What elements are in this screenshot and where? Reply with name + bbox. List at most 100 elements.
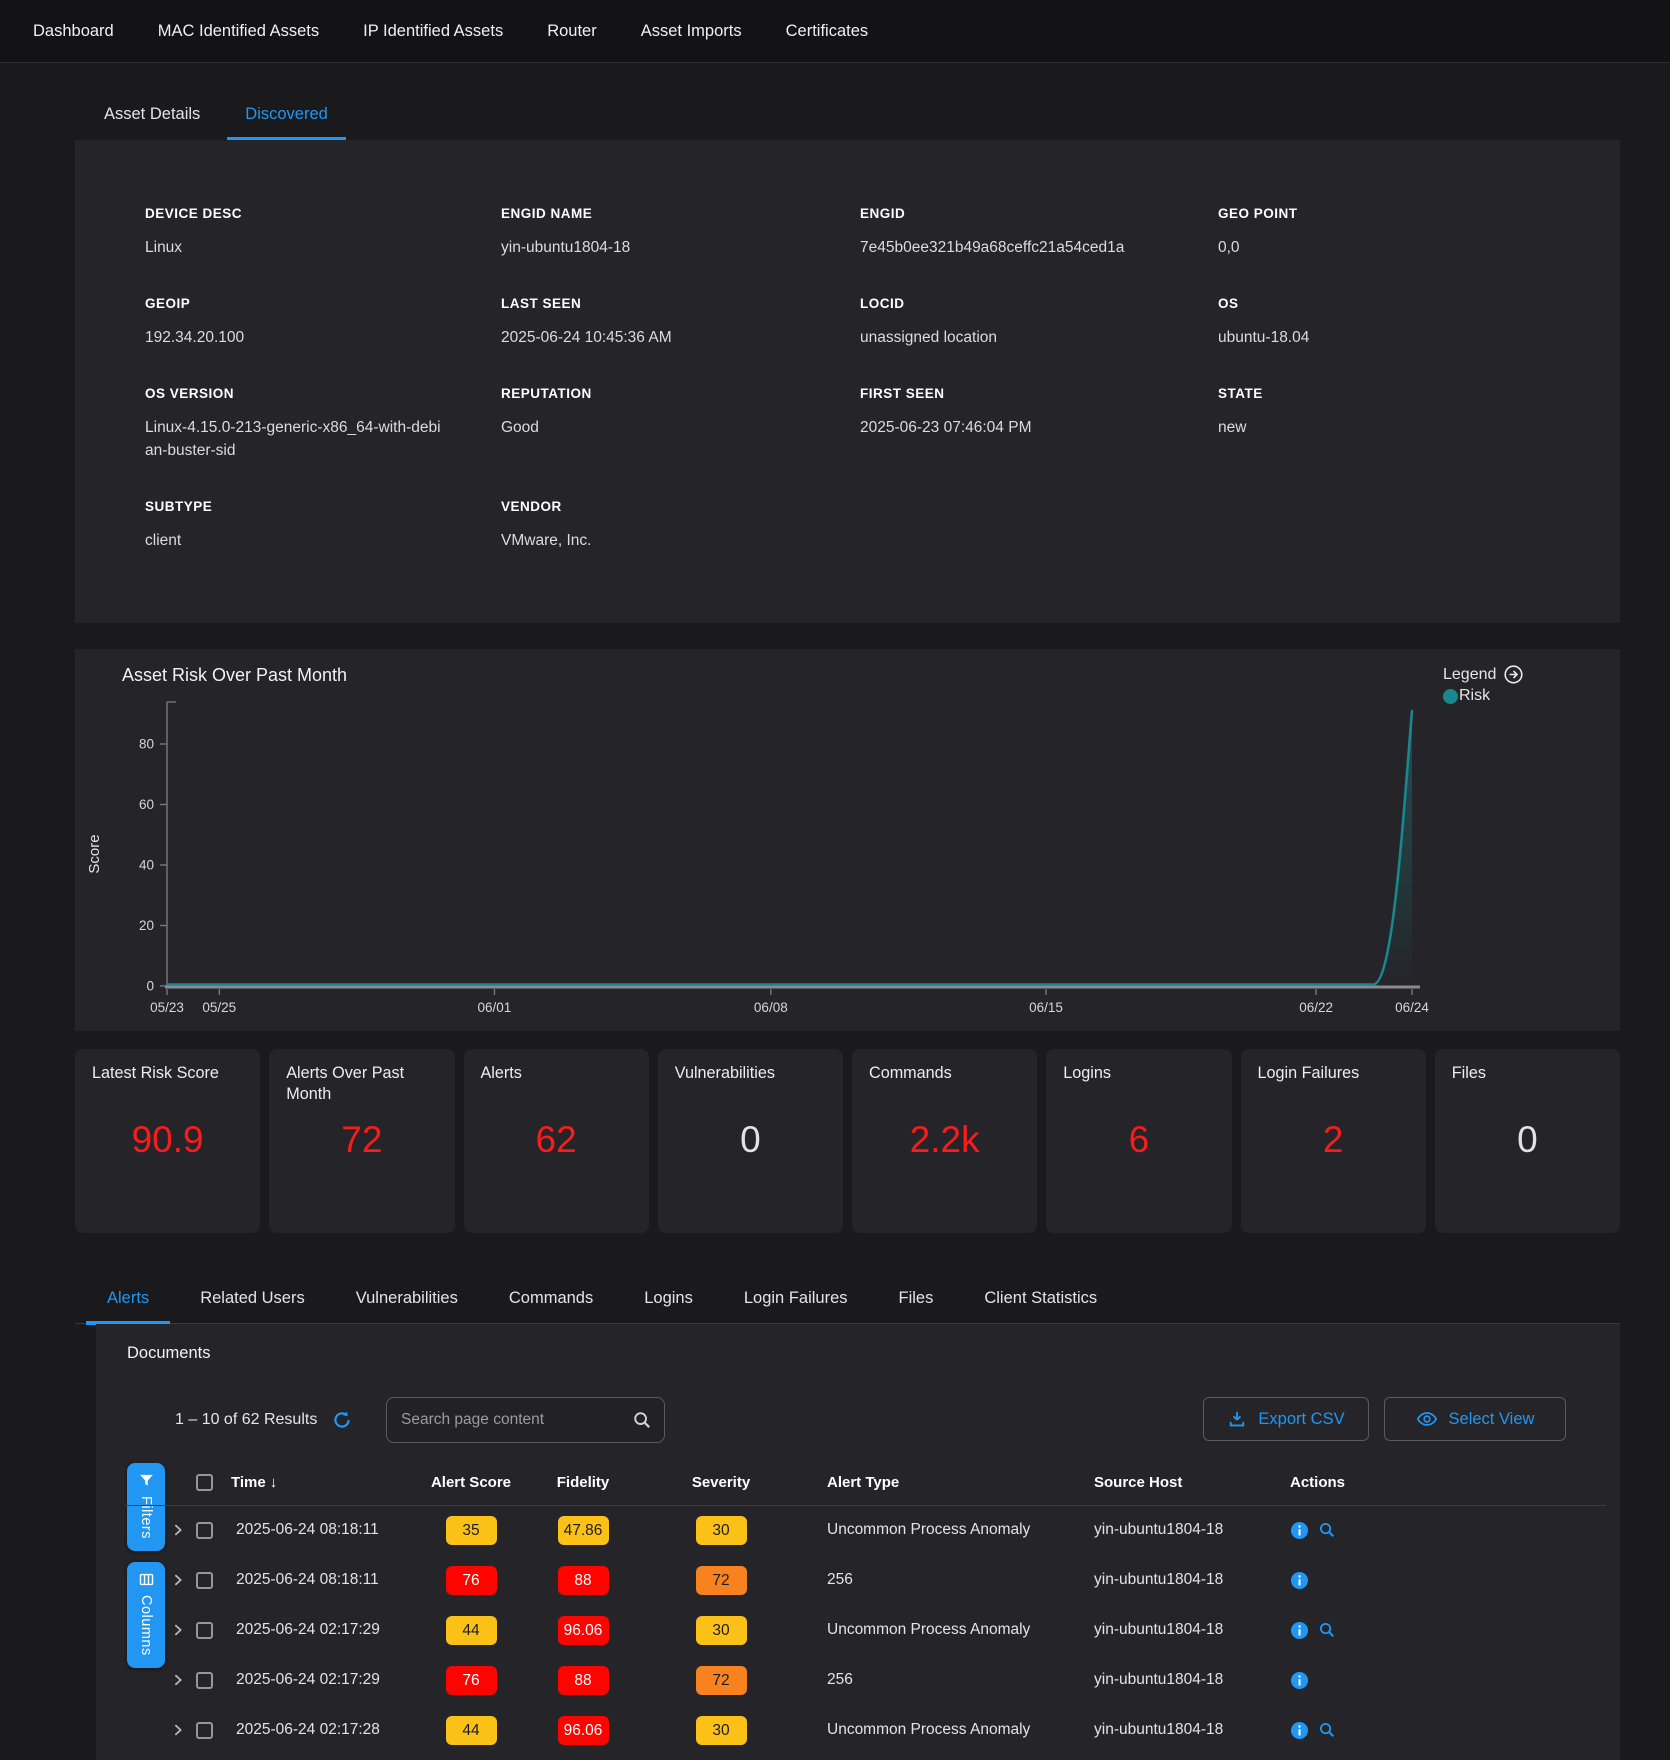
export-csv-label: Export CSV: [1258, 1410, 1344, 1429]
tab-files[interactable]: Files: [878, 1276, 955, 1325]
tab-alerts[interactable]: Alerts: [86, 1276, 170, 1325]
select-view-button[interactable]: Select View: [1384, 1397, 1566, 1441]
select-all-checkbox[interactable]: [196, 1474, 213, 1491]
svg-text:60: 60: [139, 797, 154, 812]
fidelity-badge: 47.86: [558, 1516, 609, 1545]
stat-card-label: Login Failures: [1241, 1049, 1426, 1084]
expand-row-chevron-icon[interactable]: [171, 1573, 185, 1587]
column-header-fidelity: Fidelity: [516, 1474, 650, 1491]
column-header-actions: Actions: [1256, 1474, 1406, 1491]
expand-row-chevron-icon[interactable]: [171, 1673, 185, 1687]
fidelity-badge: 96.06: [558, 1616, 609, 1645]
field-value: 2025-06-23 07:46:04 PM: [860, 416, 1218, 439]
table-row: 2025-06-24 02:17:29 44 96.06 30 Uncommon Pro…: [171, 1605, 1606, 1655]
svg-text:06/15: 06/15: [1029, 1000, 1063, 1015]
cell-alert-type: Uncommon Process Anomaly: [792, 1621, 1062, 1639]
documents-heading: Documents: [127, 1344, 210, 1363]
svg-text:06/01: 06/01: [478, 1000, 512, 1015]
field-reputation: REPUTATIONGood: [501, 386, 860, 462]
nav-item-ip-identified-assets[interactable]: IP Identified Assets: [363, 22, 503, 41]
field-os-version: OS VERSIONLinux-4.15.0-213-generic-x86_6…: [145, 386, 501, 462]
info-icon[interactable]: [1290, 1621, 1309, 1640]
field-first-seen: FIRST SEEN2025-06-23 07:46:04 PM: [860, 386, 1218, 462]
cell-time: 2025-06-24 02:17:29: [231, 1621, 426, 1639]
field-value: ubuntu-18.04: [1218, 326, 1620, 349]
drilldown-search-icon[interactable]: [1318, 1621, 1336, 1639]
tab-related-users[interactable]: Related Users: [179, 1276, 326, 1325]
info-icon[interactable]: [1290, 1571, 1309, 1590]
chart-legend: Legend Risk: [1443, 665, 1523, 705]
alert-score-badge: 76: [446, 1566, 497, 1595]
stat-card-label: Alerts Over Past Month: [269, 1049, 454, 1106]
field-engid: ENGID7e45b0ee321b49a68ceffc21a54ced1a: [860, 206, 1218, 259]
stat-card-value: 0: [1435, 1119, 1620, 1161]
svg-text:06/22: 06/22: [1299, 1000, 1333, 1015]
svg-text:Score: Score: [86, 834, 103, 873]
svg-text:06/24: 06/24: [1395, 1000, 1429, 1015]
legend-item-risk[interactable]: Risk: [1443, 687, 1523, 705]
svg-text:05/23: 05/23: [150, 1000, 184, 1015]
tab-asset-details[interactable]: Asset Details: [86, 92, 218, 140]
column-header-alert-score: Alert Score: [426, 1474, 516, 1491]
export-csv-button[interactable]: Export CSV: [1203, 1397, 1369, 1441]
tab-vulnerabilities[interactable]: Vulnerabilities: [335, 1276, 479, 1325]
risk-series-dot: [1443, 689, 1458, 704]
tab-client-statistics[interactable]: Client Statistics: [963, 1276, 1118, 1325]
field-value: client: [145, 529, 501, 552]
info-icon[interactable]: [1290, 1671, 1309, 1690]
field-value: Good: [501, 416, 860, 439]
asset-details-grid: DEVICE DESCLinuxENGID NAMEyin-ubuntu1804…: [75, 140, 1620, 552]
search-icon[interactable]: [632, 1410, 652, 1430]
risk-series-label: Risk: [1459, 687, 1490, 705]
row-checkbox[interactable]: [196, 1522, 213, 1539]
column-header-time[interactable]: Time↓: [231, 1474, 426, 1491]
search-input[interactable]: [401, 1411, 632, 1429]
field-value: Linux-4.15.0-213-generic-x86_64-with-deb…: [145, 416, 445, 462]
expand-row-chevron-icon[interactable]: [171, 1623, 185, 1637]
tab-commands[interactable]: Commands: [488, 1276, 614, 1325]
severity-badge: 30: [696, 1516, 747, 1545]
tab-login-failures[interactable]: Login Failures: [723, 1276, 869, 1325]
drilldown-search-icon[interactable]: [1318, 1521, 1336, 1539]
expand-row-chevron-icon[interactable]: [171, 1523, 185, 1537]
alert-score-badge: 44: [446, 1616, 497, 1645]
nav-item-asset-imports[interactable]: Asset Imports: [641, 22, 742, 41]
nav-item-certificates[interactable]: Certificates: [786, 22, 869, 41]
severity-badge: 30: [696, 1616, 747, 1645]
tab-logins[interactable]: Logins: [623, 1276, 714, 1325]
field-value: 2025-06-24 10:45:36 AM: [501, 326, 860, 349]
results-count: 1 – 10 of 62 Results: [175, 1411, 317, 1429]
nav-item-mac-identified-assets[interactable]: MAC Identified Assets: [158, 22, 319, 41]
row-checkbox[interactable]: [196, 1622, 213, 1639]
row-checkbox[interactable]: [196, 1572, 213, 1589]
alert-score-badge: 44: [446, 1716, 497, 1745]
fidelity-badge: 96.06: [558, 1716, 609, 1745]
field-value: unassigned location: [860, 326, 1218, 349]
info-icon[interactable]: [1290, 1521, 1309, 1540]
drilldown-search-icon[interactable]: [1318, 1721, 1336, 1739]
tab-discovered[interactable]: Discovered: [227, 92, 346, 140]
stat-card-label: Logins: [1046, 1049, 1231, 1084]
expand-row-chevron-icon[interactable]: [171, 1723, 185, 1737]
legend-collapse-arrow-icon[interactable]: [1504, 665, 1523, 684]
svg-text:05/25: 05/25: [202, 1000, 236, 1015]
stat-card-value: 2.2k: [852, 1119, 1037, 1161]
severity-badge: 72: [696, 1666, 747, 1695]
risk-chart-panel: 020406080Score05/2305/2506/0106/0806/150…: [75, 649, 1620, 1031]
stat-cards-row: Latest Risk Score90.9Alerts Over Past Mo…: [75, 1049, 1620, 1233]
field-value: new: [1218, 416, 1620, 439]
legend-header[interactable]: Legend: [1443, 665, 1523, 684]
info-icon[interactable]: [1290, 1721, 1309, 1740]
nav-item-router[interactable]: Router: [547, 22, 597, 41]
cell-actions: [1256, 1621, 1406, 1640]
field-geoip: GEOIP192.34.20.100: [145, 296, 501, 349]
fidelity-badge: 88: [558, 1566, 609, 1595]
row-checkbox[interactable]: [196, 1672, 213, 1689]
field-label: VENDOR: [501, 499, 860, 514]
refresh-icon[interactable]: [331, 1409, 353, 1431]
cell-source-host: yin-ubuntu1804-18: [1062, 1721, 1256, 1739]
table-row: 2025-06-24 02:17:284496.0630Uncommon Pro…: [171, 1705, 1606, 1755]
field-label: DEVICE DESC: [145, 206, 501, 221]
nav-item-dashboard[interactable]: Dashboard: [33, 22, 114, 41]
row-checkbox[interactable]: [196, 1722, 213, 1739]
